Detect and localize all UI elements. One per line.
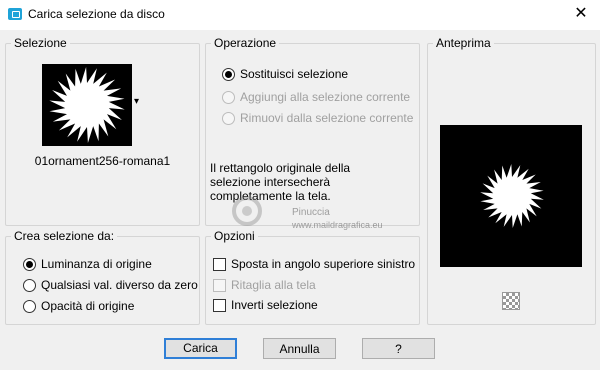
checkbox[interactable]	[213, 278, 226, 292]
radio-label: Sostituisci selezione	[240, 67, 349, 81]
thumbnail-dropdown-icon[interactable]: ▾	[134, 96, 139, 107]
checkbox-label: Ritaglia alla tela	[231, 278, 316, 292]
radio-button[interactable]	[222, 67, 235, 81]
radio-label: Opacità di origine	[41, 299, 135, 313]
close-icon[interactable]: ✕	[570, 4, 592, 24]
checkbox-ritaglia[interactable]: Ritaglia alla tela	[213, 278, 316, 292]
radio-aggiungi[interactable]: Aggiungi alla selezione corrente	[222, 90, 410, 104]
carica-button[interactable]: Carica	[164, 338, 237, 359]
selezione-legend: Selezione	[11, 36, 70, 50]
psp-app-icon	[8, 8, 22, 20]
radio-luminanza[interactable]: Luminanza di origine	[23, 257, 152, 271]
checkbox-inverti[interactable]: Inverti selezione	[213, 298, 318, 312]
operazione-legend: Operazione	[211, 36, 280, 50]
checkbox-label: Inverti selezione	[231, 298, 318, 312]
radio-qualsiasi[interactable]: Qualsiasi val. diverso da zero	[23, 278, 198, 292]
selezione-group: Selezione ▾ 01ornament256-romana1	[5, 36, 200, 226]
radio-sostituisci[interactable]: Sostituisci selezione	[222, 67, 348, 81]
window-title: Carica selezione da disco	[28, 7, 165, 21]
anteprima-legend: Anteprima	[433, 36, 494, 50]
opzioni-group: Opzioni Sposta in angolo superiore sinis…	[205, 229, 420, 325]
radio-label: Qualsiasi val. diverso da zero	[41, 278, 198, 292]
checkerboard-icon[interactable]	[502, 292, 520, 310]
radio-label: Rimuovi dalla selezione corrente	[240, 111, 414, 125]
radio-button[interactable]	[222, 111, 235, 125]
selection-thumbnail[interactable]	[42, 64, 132, 146]
watermark-url: www.maildragrafica.eu	[292, 220, 383, 230]
opzioni-legend: Opzioni	[211, 229, 258, 243]
radio-button[interactable]	[23, 299, 36, 313]
checkbox[interactable]	[213, 298, 226, 312]
checkbox[interactable]	[213, 257, 226, 271]
selection-filename: 01ornament256-romana1	[34, 154, 171, 168]
preview-shape-image	[480, 164, 544, 228]
radio-label: Aggiungi alla selezione corrente	[240, 90, 411, 104]
radio-button[interactable]	[222, 90, 235, 104]
checkbox-label: Sposta in angolo superiore sinistro	[231, 257, 416, 271]
crea-selezione-group: Crea selezione da: Luminanza di origine …	[5, 229, 200, 325]
crea-legend: Crea selezione da:	[11, 229, 118, 243]
help-button[interactable]: ?	[362, 338, 435, 359]
radio-button[interactable]	[23, 278, 36, 292]
radio-label: Luminanza di origine	[41, 257, 152, 271]
ornament-preview-image	[43, 65, 131, 145]
annulla-button[interactable]: Annulla	[263, 338, 336, 359]
watermark-name: Pinuccia	[292, 207, 330, 218]
checkbox-sposta[interactable]: Sposta in angolo superiore sinistro	[213, 257, 415, 271]
radio-button[interactable]	[23, 257, 36, 271]
watermark-logo-icon	[232, 196, 262, 226]
preview-canvas	[440, 125, 582, 267]
anteprima-group: Anteprima	[427, 36, 596, 325]
radio-rimuovi[interactable]: Rimuovi dalla selezione corrente	[222, 111, 413, 125]
radio-opacita[interactable]: Opacità di origine	[23, 299, 134, 313]
title-bar: Carica selezione da disco ✕	[0, 0, 600, 30]
watermark: Pinuccia www.maildragrafica.eu	[230, 195, 430, 235]
